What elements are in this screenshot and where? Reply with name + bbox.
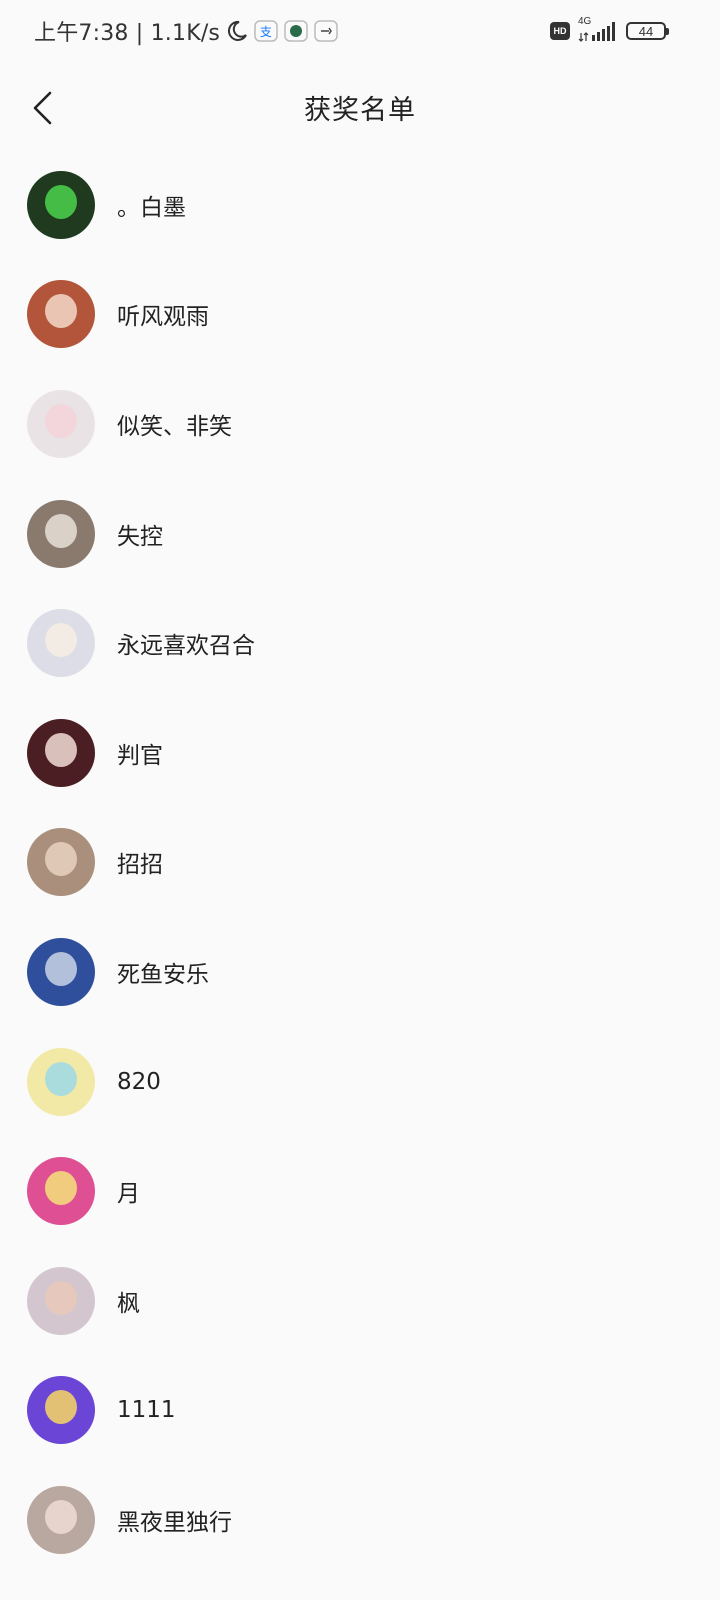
- moon-icon: [226, 20, 248, 42]
- avatar-face: [45, 1499, 77, 1534]
- avatar-face: [45, 623, 77, 658]
- winner-name: 似笑、非笑: [117, 413, 232, 440]
- winner-name: 枫: [117, 1290, 140, 1317]
- avatar-face: [45, 1390, 77, 1425]
- avatar-face: [45, 1280, 77, 1315]
- avatar: [27, 718, 95, 787]
- list-item[interactable]: 永远喜欢召合: [0, 588, 720, 698]
- avatar: [27, 1266, 95, 1335]
- list-item[interactable]: 枫: [0, 1246, 720, 1356]
- status-bar: 上午7:38 | 1.1K/s 支 HD 4G 44: [0, 0, 720, 62]
- list-item[interactable]: 黑夜里独行: [0, 1465, 720, 1575]
- list-item[interactable]: 820: [0, 1027, 720, 1137]
- avatar: [27, 1376, 95, 1445]
- list-item[interactable]: 。白墨: [0, 150, 720, 260]
- battery-level: 44: [638, 23, 654, 39]
- list-item[interactable]: 判官: [0, 698, 720, 808]
- avatar: [27, 1047, 95, 1116]
- avatar: [27, 280, 95, 349]
- status-bar-left: 上午7:38 | 1.1K/s 支: [34, 14, 338, 48]
- status-bar-right: HD 4G 44: [550, 16, 669, 45]
- list-item[interactable]: 月: [0, 1136, 720, 1246]
- avatar: [27, 499, 95, 568]
- page-title: 获奖名单: [304, 95, 416, 126]
- list-item[interactable]: 死鱼安乐: [0, 917, 720, 1027]
- avatar-face: [45, 513, 77, 548]
- avatar: [27, 389, 95, 458]
- list-item[interactable]: 招招: [0, 808, 720, 918]
- alipay-icon: 支: [254, 20, 278, 42]
- winner-name: 死鱼安乐: [117, 961, 209, 988]
- avatar: [27, 1157, 95, 1226]
- winner-name: 。白墨: [117, 194, 186, 221]
- app-notification-icon: [314, 20, 338, 42]
- winner-name: 820: [117, 1068, 161, 1095]
- winner-name: 失控: [117, 523, 163, 550]
- avatar: [27, 937, 95, 1006]
- status-time: 上午7:38 | 1.1K/s: [34, 21, 221, 46]
- avatar: [27, 1485, 95, 1554]
- avatar-face: [45, 1061, 77, 1096]
- avatar-face: [45, 294, 77, 329]
- avatar-face: [45, 1171, 77, 1206]
- winner-name: 月: [117, 1181, 140, 1208]
- winner-name: 听风观雨: [117, 304, 209, 331]
- winner-list: 。白墨 听风观雨 似笑、非笑 失控 永远喜欢召合 判官 招招 死鱼安乐 820 …: [0, 150, 720, 1575]
- list-item[interactable]: 1111: [0, 1356, 720, 1466]
- winner-name: 永远喜欢召合: [117, 633, 255, 660]
- avatar-face: [45, 842, 77, 877]
- winner-name: 招招: [117, 852, 163, 879]
- avatar-face: [45, 403, 77, 438]
- svg-text:支: 支: [260, 25, 272, 39]
- avatar: [27, 828, 95, 897]
- signal-icon: 4G: [578, 16, 618, 43]
- winner-name: 黑夜里独行: [117, 1509, 232, 1536]
- winner-name: 1111: [117, 1397, 176, 1424]
- hd-badge: HD: [550, 22, 570, 40]
- avatar-face: [45, 732, 77, 767]
- list-item[interactable]: 听风观雨: [0, 260, 720, 370]
- battery-icon: 44: [626, 22, 669, 40]
- avatar: [27, 609, 95, 678]
- avatar-face: [45, 951, 77, 986]
- header: 获奖名单: [0, 62, 720, 152]
- game-app-icon: [284, 20, 308, 42]
- winner-name: 判官: [117, 742, 163, 769]
- list-item[interactable]: 失控: [0, 479, 720, 589]
- avatar-face: [45, 184, 77, 219]
- list-item[interactable]: 似笑、非笑: [0, 369, 720, 479]
- avatar: [27, 170, 95, 239]
